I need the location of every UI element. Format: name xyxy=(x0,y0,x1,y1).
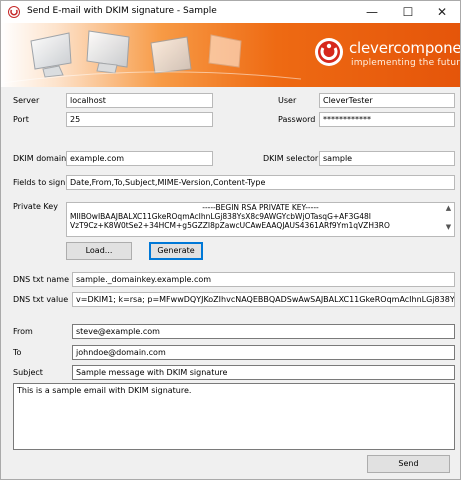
dns-txt-name-label: DNS txt name xyxy=(13,275,70,284)
password-label: Password xyxy=(278,115,316,124)
load-button[interactable]: Load... xyxy=(66,242,132,260)
private-key-line: -----BEGIN RSA PRIVATE KEY----- xyxy=(202,203,319,212)
send-button[interactable]: Send xyxy=(367,455,450,473)
server-label: Server xyxy=(13,96,40,105)
dkim-domain-field[interactable]: example.com xyxy=(66,151,213,166)
minimize-button[interactable]: — xyxy=(354,1,390,23)
app-window: Send E-mail with DKIM signature - Sample… xyxy=(0,0,461,480)
private-key-memo[interactable]: -----BEGIN RSA PRIVATE KEY----- MIIBOwIB… xyxy=(66,202,455,237)
scroll-up-icon[interactable]: ▲ xyxy=(444,204,453,212)
scroll-down-icon[interactable]: ▼ xyxy=(444,223,453,231)
dns-txt-value-label: DNS txt value xyxy=(13,295,69,304)
fields-to-sign-field[interactable]: Date,From,To,Subject,MIME-Version,Conten… xyxy=(66,175,455,190)
monitors-illustration xyxy=(1,30,301,84)
brand-tagline: implementing the future xyxy=(351,58,460,68)
dns-txt-name-field[interactable]: sample._domainkey.example.com xyxy=(72,272,455,287)
dkim-domain-label: DKIM domain xyxy=(13,154,67,163)
dns-txt-value-field[interactable]: v=DKIM1; k=rsa; p=MFwwDQYJKoZIhvcNAQEBBQ… xyxy=(72,292,455,307)
from-field[interactable]: steve@example.com xyxy=(72,324,455,339)
private-key-scrollbar[interactable]: ▲ ▼ xyxy=(444,204,453,235)
title-bar: Send E-mail with DKIM signature - Sample… xyxy=(1,1,460,23)
app-icon xyxy=(8,6,20,18)
dkim-selector-field[interactable]: sample xyxy=(319,151,455,166)
private-key-label: Private Key xyxy=(13,202,58,211)
port-label: Port xyxy=(13,115,29,124)
private-key-line: MIIBOwIBAAJBALXC11GkeROqmAcIhnLGj838YsX8… xyxy=(70,212,371,221)
server-field[interactable]: localhost xyxy=(66,93,213,108)
password-field[interactable]: ************ xyxy=(319,112,455,127)
close-button[interactable]: ✕ xyxy=(424,1,460,23)
to-label: To xyxy=(13,348,22,357)
user-label: User xyxy=(278,96,297,105)
generate-button[interactable]: Generate xyxy=(149,242,203,260)
subject-field[interactable]: Sample message with DKIM signature xyxy=(72,365,455,380)
maximize-button[interactable]: ☐ xyxy=(390,1,426,23)
port-field[interactable]: 25 xyxy=(66,112,213,127)
private-key-line: VzT9Cz+K8W0tSe2+34HCM+g5GZZI8pZawcUCAwEA… xyxy=(70,221,390,230)
clevercomponents-logo-icon xyxy=(315,38,343,66)
header-banner: clevercomponents implementing the future xyxy=(1,23,460,87)
fields-to-sign-label: Fields to sign xyxy=(13,178,66,187)
to-field[interactable]: johndoe@domain.com xyxy=(72,345,455,360)
user-field[interactable]: CleverTester xyxy=(319,93,455,108)
window-title: Send E-mail with DKIM signature - Sample xyxy=(27,6,217,16)
from-label: From xyxy=(13,327,33,336)
brand-name: clevercomponents xyxy=(349,39,460,57)
subject-label: Subject xyxy=(13,368,43,377)
message-body-field[interactable]: This is a sample email with DKIM signatu… xyxy=(13,383,455,450)
dkim-selector-label: DKIM selector xyxy=(263,154,319,163)
